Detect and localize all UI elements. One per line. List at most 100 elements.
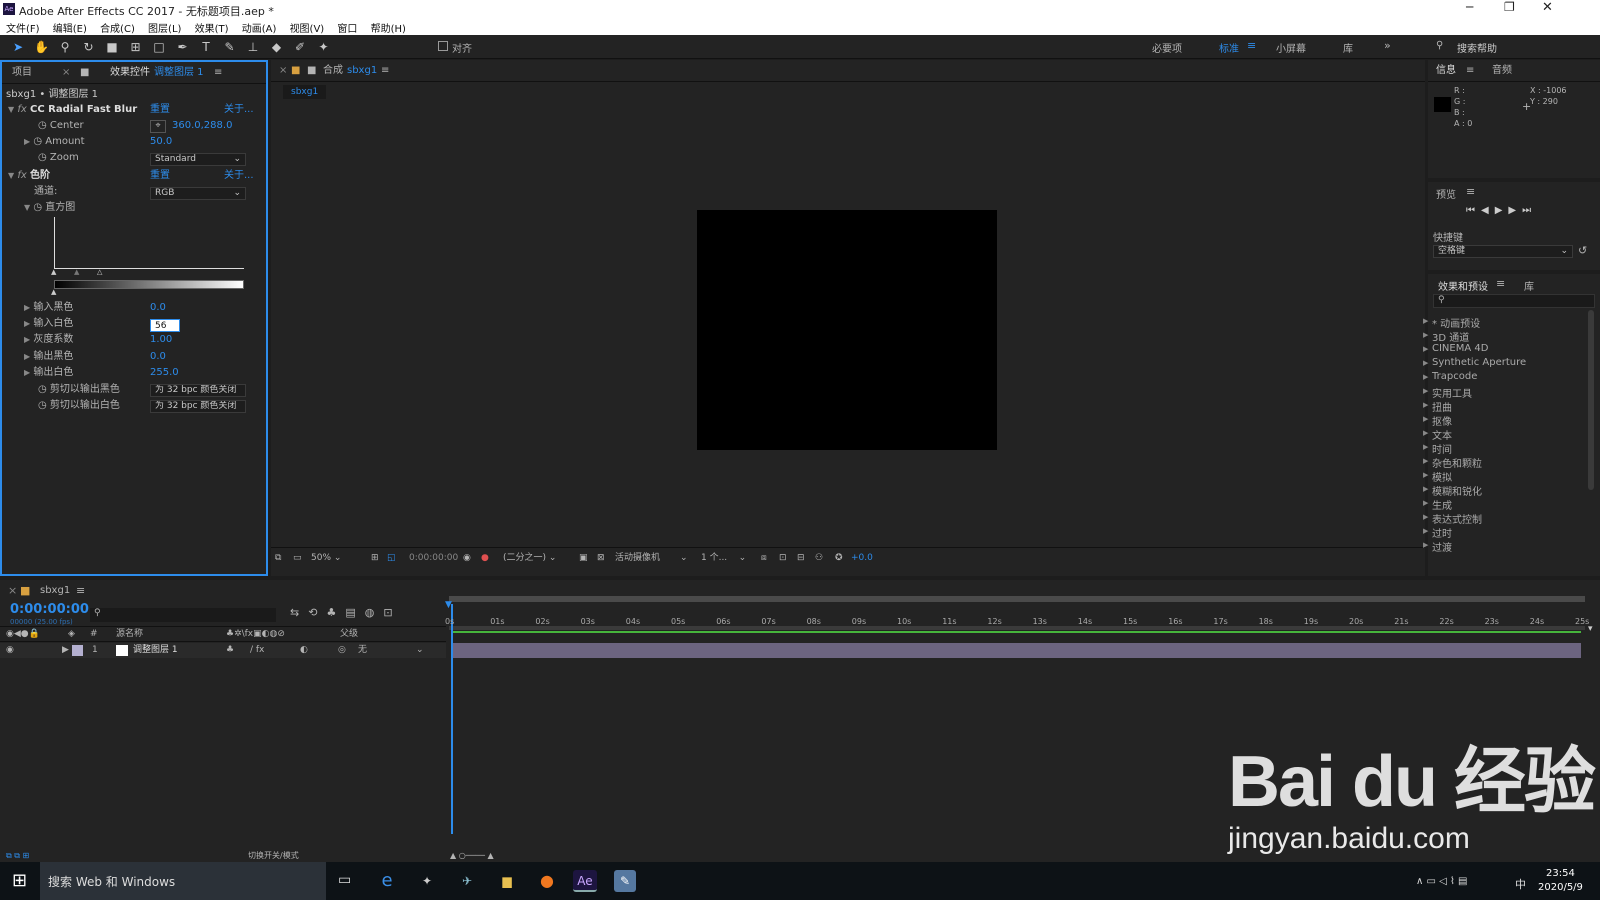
minimize-icon[interactable]: ─	[1466, 0, 1473, 14]
reset-icon[interactable]: ↺	[1578, 244, 1587, 257]
panel-menu-icon[interactable]: ≡	[381, 60, 389, 82]
effect-category-item[interactable]: ▶ Synthetic Aperture	[1423, 357, 1526, 368]
effect-category-item[interactable]: ▶ 抠像	[1423, 413, 1452, 428]
effect-category-item[interactable]: ▶ CINEMA 4D	[1423, 343, 1488, 354]
lock-icon[interactable]: ■	[307, 60, 316, 82]
clone-stamp-tool-icon[interactable]: ⊥	[244, 38, 262, 56]
effect-category-item[interactable]: ▶ 扭曲	[1423, 399, 1452, 414]
close-icon[interactable]: ×	[8, 584, 17, 597]
effects-search-input[interactable]: ⚲	[1433, 294, 1595, 308]
panel-menu-icon[interactable]: ≡	[214, 62, 222, 84]
workspace-small-screen[interactable]: 小屏幕	[1276, 40, 1306, 55]
timeline-timecode[interactable]: 0:00:00:00	[10, 602, 89, 617]
panel-menu-icon[interactable]: ≡	[1466, 185, 1475, 198]
roto-brush-tool-icon[interactable]: ✐	[291, 38, 309, 56]
paint-icon[interactable]: ✎	[614, 870, 636, 892]
workspace-library[interactable]: 库	[1343, 40, 1353, 55]
app-icon[interactable]: ✈	[456, 870, 478, 892]
effect-category-item[interactable]: ▶ * 动画预设	[1423, 315, 1480, 330]
input-white-slider[interactable]: △	[97, 268, 102, 276]
menu-window[interactable]: 窗口	[337, 24, 357, 35]
gamma-slider[interactable]: ▲	[74, 268, 79, 276]
clock-time[interactable]: 23:54	[1546, 868, 1575, 879]
type-tool-icon[interactable]: T	[197, 38, 215, 56]
snap-checkbox[interactable]	[438, 41, 448, 51]
zoom-tool-icon[interactable]: ⚲	[56, 38, 74, 56]
pen-tool-icon[interactable]: ✒	[174, 38, 192, 56]
about-button[interactable]: 关于...	[224, 102, 254, 118]
lock-icon[interactable]: ■	[80, 62, 89, 84]
zoom-out-icon[interactable]: ▲ ○──── ▲	[450, 850, 494, 862]
effect-category-item[interactable]: ▶ 模拟	[1423, 469, 1452, 484]
viewer-timecode[interactable]: 0:00:00:00	[409, 548, 458, 568]
camera-tool-icon[interactable]: ■	[103, 38, 121, 56]
tab-composition[interactable]: sbxg1	[347, 60, 377, 82]
preview-icon[interactable]: ⧉	[275, 548, 281, 568]
panel-menu-icon[interactable]: ≡	[1466, 60, 1474, 82]
first-frame-icon[interactable]: ⏮	[1466, 205, 1481, 216]
selection-tool-icon[interactable]: ➤	[9, 38, 27, 56]
amount-value[interactable]: 50.0	[150, 134, 172, 150]
timeline-icon[interactable]: ⊟	[797, 548, 805, 568]
effect-category-item[interactable]: ▶ 表达式控制	[1423, 511, 1482, 526]
tab-audio[interactable]: 音频	[1492, 60, 1512, 82]
snapshot-icon[interactable]: ◉	[463, 548, 471, 568]
effect-category-item[interactable]: ▶ 过时	[1423, 525, 1452, 540]
shy-switch-icon[interactable]: ♣	[226, 643, 234, 658]
effect-category-item[interactable]: ▶ 3D 通道	[1423, 329, 1469, 344]
crosshair-icon[interactable]: ⌖	[150, 120, 166, 133]
tab-info[interactable]: 信息	[1436, 60, 1456, 82]
gamma-value[interactable]: 1.00	[150, 332, 172, 348]
panel-menu-icon[interactable]: ≡	[1496, 277, 1505, 290]
rotate-tool-icon[interactable]: ↻	[80, 38, 98, 56]
next-frame-icon[interactable]: ▶	[1508, 205, 1522, 216]
tab-project[interactable]: 项目	[12, 62, 32, 84]
menu-composition[interactable]: 合成(C)	[100, 24, 135, 35]
graph-editor-icon[interactable]: ⊡	[383, 606, 401, 619]
input-black-slider[interactable]: ▲	[51, 268, 56, 276]
workspace-essentials[interactable]: 必要项	[1152, 40, 1182, 55]
zoom-select[interactable]: 50% ⌄	[311, 548, 341, 568]
layer-search-input[interactable]: ⚲	[90, 608, 276, 622]
task-view-icon[interactable]: ▭	[338, 872, 351, 888]
clock-date[interactable]: 2020/5/9	[1538, 882, 1583, 893]
shy-icon[interactable]: ♣	[326, 606, 345, 619]
toggle-icons[interactable]: ⧉ ⧉ ⊞	[6, 850, 29, 862]
clip-black-select[interactable]: 为 32 bpc 颜色关闭	[150, 384, 246, 397]
effect-category-item[interactable]: ▶ 实用工具	[1423, 385, 1472, 400]
menu-effect[interactable]: 效果(T)	[195, 24, 229, 35]
exposure-value[interactable]: +0.0	[851, 548, 873, 568]
effect-category-item[interactable]: ▶ 过渡	[1423, 539, 1452, 554]
panel-menu-icon[interactable]: ≡	[76, 584, 85, 597]
frame-blend-icon[interactable]: ▤	[345, 606, 364, 619]
stopwatch-icon[interactable]: ◷	[38, 384, 47, 395]
clip-white-select[interactable]: 为 32 bpc 颜色关闭	[150, 400, 246, 413]
input-white-field[interactable]: 56	[150, 319, 180, 332]
color-channel-icon[interactable]: ●	[481, 548, 489, 568]
adjustment-switch-icon[interactable]: ◐	[300, 643, 308, 658]
effect-category-item[interactable]: ▶ 杂色和颗粒	[1423, 455, 1482, 470]
mask-icon[interactable]: ◱	[387, 548, 396, 568]
pick-whip-icon[interactable]: ◎	[338, 643, 346, 658]
stopwatch-icon[interactable]: ◷	[33, 136, 42, 147]
pan-behind-tool-icon[interactable]: ⊞	[127, 38, 145, 56]
play-icon[interactable]: ▶	[1495, 205, 1509, 216]
output-black-value[interactable]: 0.0	[150, 349, 166, 365]
toggle-switches-modes[interactable]: 切换开关/模式	[248, 850, 299, 862]
monitor-icon[interactable]: ▭	[293, 548, 302, 568]
tab-layer-name[interactable]: 调整图层 1	[154, 62, 204, 84]
effect-category-item[interactable]: ▶ 模糊和锐化	[1423, 483, 1482, 498]
menu-view[interactable]: 视图(V)	[290, 24, 325, 35]
parent-header[interactable]: 父级	[340, 627, 358, 641]
close-icon[interactable]: ×	[279, 60, 287, 82]
effect-category-item[interactable]: ▶ 生成	[1423, 497, 1452, 512]
ime-indicator[interactable]: 中	[1515, 876, 1526, 892]
menu-help[interactable]: 帮助(H)	[371, 24, 406, 35]
scrollbar[interactable]	[1588, 310, 1594, 490]
eye-icon[interactable]: ◉	[6, 643, 14, 658]
close-icon[interactable]: ✕	[1542, 0, 1553, 15]
playhead-handle-icon[interactable]: ▼	[445, 600, 452, 610]
exposure-icon[interactable]: ✪	[835, 548, 843, 568]
hand-tool-icon[interactable]: ✋	[33, 38, 51, 56]
chevron-down-icon[interactable]: ⌄	[416, 643, 424, 658]
